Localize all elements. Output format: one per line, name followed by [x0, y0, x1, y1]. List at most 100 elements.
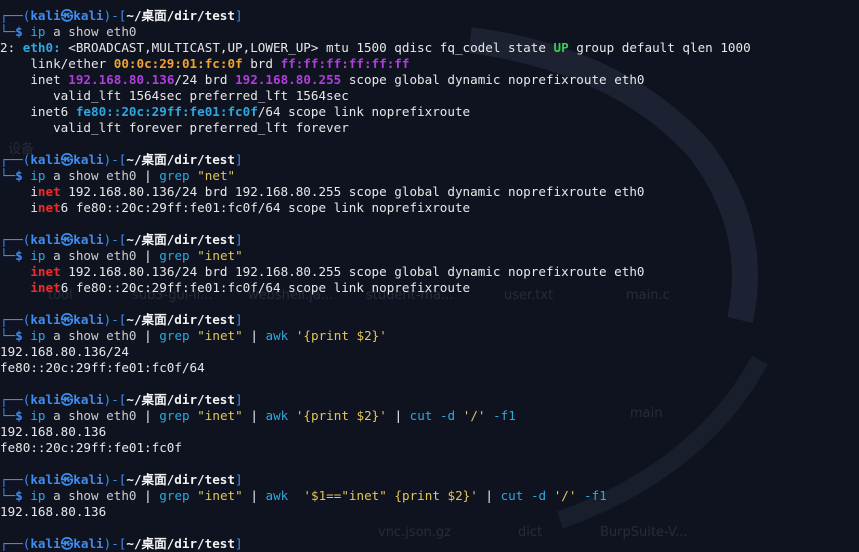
prompt-corner: └─ [0, 24, 16, 39]
output-line: inet 192.168.80.136/24 brd 192.168.80.25… [0, 264, 859, 280]
command-token: '/' [553, 488, 577, 503]
command-line[interactable]: └─$ ip a show eth0 | grep "net" [0, 168, 859, 184]
output-segment: inet [30, 264, 61, 279]
command-line[interactable]: └─$ ip a show eth0 | grep "inet" [0, 248, 859, 264]
prompt-user: kali [30, 8, 61, 23]
command-token: | [250, 488, 258, 503]
output-segment: 192.168.80.136/24 [0, 344, 129, 359]
command-token [432, 408, 440, 423]
command-token [258, 328, 266, 343]
output-segment: group default qlen 1000 [568, 40, 751, 55]
command-token: grep [159, 168, 190, 183]
output-segment: 192.168.80.136 [0, 504, 107, 519]
prompt-at-icon: ㉿ [60, 312, 74, 327]
command-token: cut [409, 408, 433, 423]
prompt-line: ┌──(kali㉿kali)-[~/桌面/dir/test] [0, 152, 859, 168]
output-line: valid_lft forever preferred_lft forever [0, 120, 859, 136]
prompt-bracket: ] [234, 8, 243, 23]
command-token: | [144, 328, 152, 343]
command-token [485, 408, 493, 423]
command-line[interactable]: └─$ ip a show eth0 | grep "inet" | awk '… [0, 408, 859, 424]
prompt-corner: └─ [0, 328, 16, 343]
command-token: | [144, 248, 152, 263]
command-block: ┌──(kali㉿kali)-[~/桌面/dir/test] └─$ ip a s… [0, 392, 859, 456]
command-token: a show eth0 [45, 328, 145, 343]
prompt-bracket: ┌──( [0, 8, 31, 23]
prompt-corner: └─ [0, 248, 16, 263]
command-token [288, 488, 303, 503]
output-segment: <BROADCAST,MULTICAST,UP,LOWER_UP> mtu 15… [60, 40, 554, 55]
prompt-path: ~/桌面/dir/test [126, 152, 235, 167]
command-token: '{print $2}' [295, 328, 387, 343]
output-segment: 00:0c:29:01:fc:0f [113, 56, 243, 71]
command-token: a show eth0 [45, 168, 145, 183]
command-token: "inet" [197, 328, 243, 343]
prompt-line: ┌──(kali㉿kali)-[~/桌面/dir/test] [0, 392, 859, 408]
command-token: -f1 [493, 408, 516, 423]
command-token: ip [30, 24, 46, 39]
command-block: ┌──(kali㉿kali)-[~/桌面/dir/test] └─$ ip a s… [0, 312, 859, 376]
prompt-at-icon: ㉿ [60, 472, 74, 487]
prompt-at-icon: ㉿ [60, 152, 74, 167]
command-token: ip [30, 408, 46, 423]
output-segment: /64 scope link noprefixroute [257, 104, 471, 119]
command-token: awk [265, 488, 289, 503]
output-segment: inet [0, 72, 69, 87]
prompt-bracket: ┌──( [0, 472, 31, 487]
command-token: awk [265, 408, 289, 423]
output-segment: valid_lft 1564sec preferred_lft 1564sec [0, 88, 349, 103]
prompt-bracket: ┌──( [0, 392, 31, 407]
prompt-host: kali [73, 392, 104, 407]
output-line: 2: eth0: <BROADCAST,MULTICAST,UP,LOWER_U… [0, 40, 859, 56]
prompt-user: kali [30, 152, 61, 167]
command-token: "net" [197, 168, 236, 183]
prompt-dollar: $ [15, 408, 31, 423]
prompt-bracket: )-[ [103, 8, 127, 23]
command-token: | [144, 168, 152, 183]
prompt-bracket: )-[ [103, 152, 127, 167]
output-line: 192.168.80.136/24 [0, 344, 859, 360]
command-line[interactable]: └─$ ip a show eth0 | grep "inet" | awk '… [0, 488, 859, 504]
prompt-at-icon: ㉿ [60, 392, 74, 407]
prompt-path: ~/桌面/dir/test [126, 312, 235, 327]
command-token: | [144, 488, 152, 503]
output-segment: link/ether [0, 56, 114, 71]
command-token: | [394, 408, 403, 423]
output-line: 192.168.80.136 [0, 424, 859, 440]
prompt-bracket: ┌──( [0, 152, 31, 167]
command-token [258, 408, 266, 423]
prompt-dollar: $ [15, 248, 31, 263]
output-segment: net [37, 184, 61, 199]
command-token: grep [159, 328, 190, 343]
prompt-bracket: ] [234, 312, 243, 327]
command-token: grep [159, 488, 190, 503]
prompt-user: kali [30, 392, 61, 407]
output-line: inet 192.168.80.136/24 brd 192.168.80.25… [0, 72, 859, 88]
command-token: ip [30, 168, 46, 183]
prompt-bracket: ] [234, 472, 243, 487]
prompt-host: kali [73, 472, 104, 487]
prompt-path: ~/桌面/dir/test [126, 8, 235, 23]
terminal-window[interactable]: ┌──(kali㉿kali)-[~/桌面/dir/test] └─$ ip a s… [0, 8, 859, 552]
output-line: inet6 fe80::20c:29ff:fe01:fc0f/64 scope … [0, 280, 859, 296]
command-token: awk [265, 328, 289, 343]
prompt-user: kali [30, 472, 61, 487]
prompt-line: ┌──(kali㉿kali)-[~/桌面/dir/test] [0, 312, 859, 328]
command-block: ┌──(kali㉿kali)-[~/桌面/dir/test] [0, 536, 859, 552]
prompt-bracket: ┌──( [0, 312, 31, 327]
command-token: ip [30, 328, 46, 343]
prompt-line: ┌──(kali㉿kali)-[~/桌面/dir/test] [0, 472, 859, 488]
command-token [288, 328, 296, 343]
prompt-bracket: )-[ [103, 312, 127, 327]
command-token: -f1 [584, 488, 607, 503]
command-token: | [250, 408, 258, 423]
command-token: '/' [462, 408, 486, 423]
prompt-user: kali [30, 232, 61, 247]
command-line[interactable]: └─$ ip a show eth0 | grep "inet" | awk '… [0, 328, 859, 344]
command-line[interactable]: └─$ ip a show eth0 [0, 24, 859, 40]
command-token: grep [159, 248, 190, 263]
prompt-bracket: ] [234, 152, 243, 167]
output-segment: inet6 [0, 104, 76, 119]
